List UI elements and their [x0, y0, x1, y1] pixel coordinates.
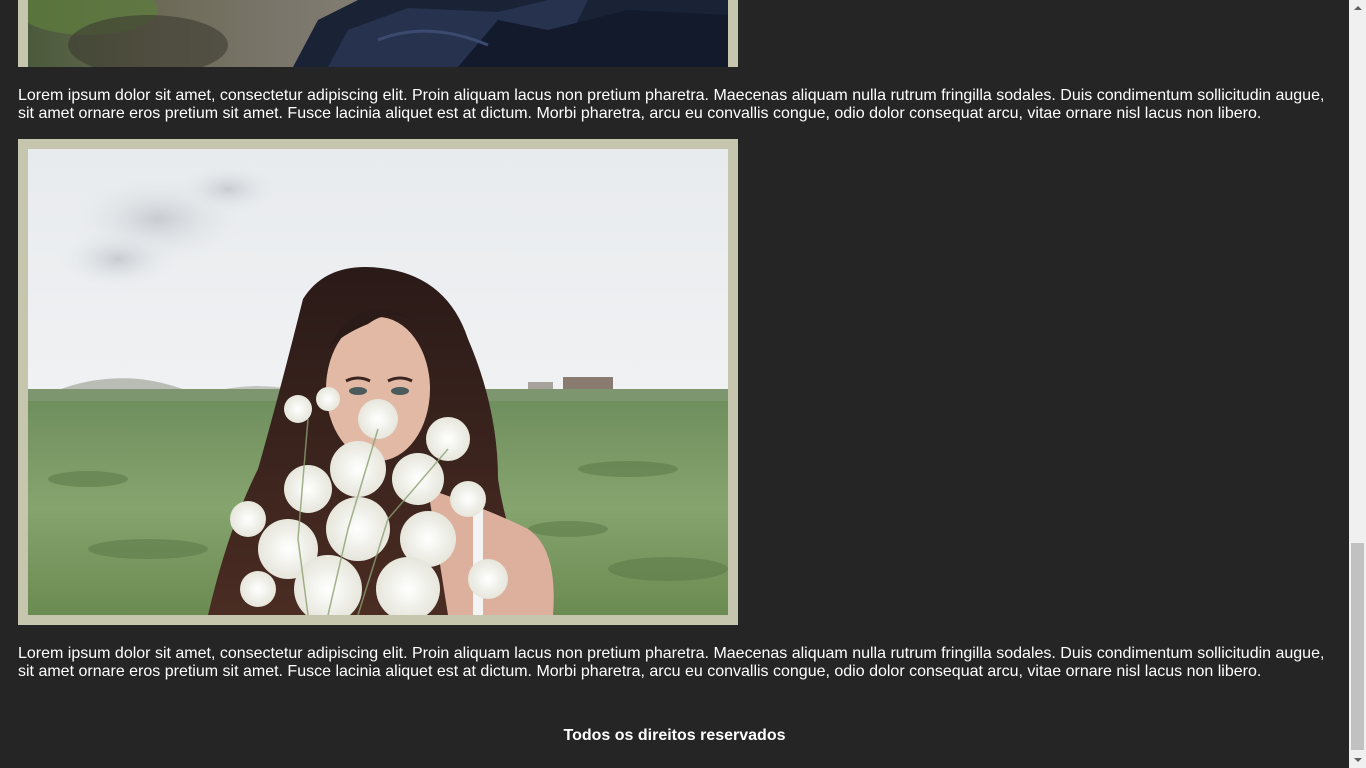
paragraph-1: Lorem ipsum dolor sit amet, consectetur … — [18, 87, 1325, 122]
scroll-thumb[interactable] — [1351, 543, 1364, 750]
vertical-scrollbar[interactable] — [1349, 0, 1366, 768]
photo-person-jacket — [28, 0, 728, 67]
footer-copyright: Todos os direitos reservados — [563, 727, 786, 744]
photo-woman-flowers — [28, 149, 728, 615]
scroll-down-arrow-icon[interactable] — [1349, 751, 1366, 768]
scroll-up-arrow-icon[interactable] — [1349, 0, 1366, 17]
page: Lorem ipsum dolor sit amet, consectetur … — [0, 0, 1349, 768]
photo-frame-jacket — [18, 0, 738, 67]
paragraph-2: Lorem ipsum dolor sit amet, consectetur … — [18, 645, 1325, 680]
photo-frame-flowers — [18, 139, 738, 625]
